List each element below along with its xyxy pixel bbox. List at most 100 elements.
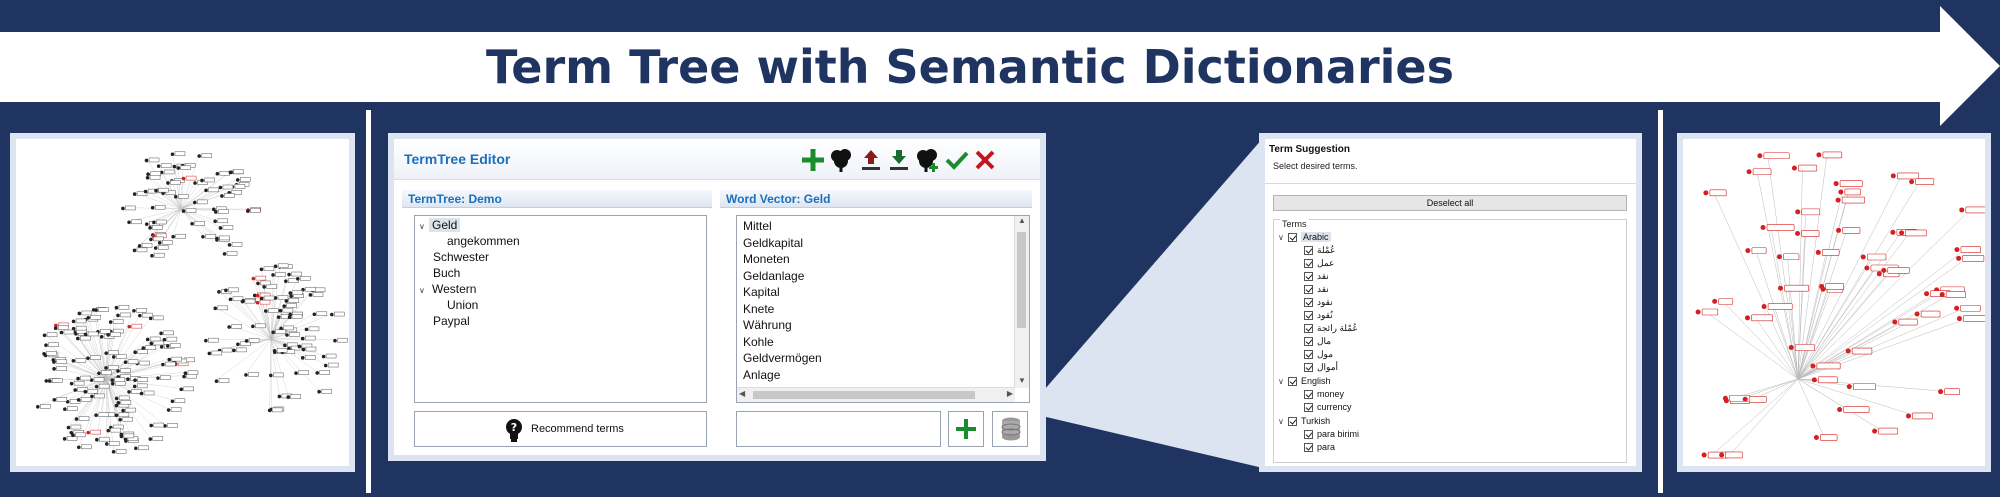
tree-item-paypal[interactable]: Paypal <box>433 314 470 329</box>
word-vector-list[interactable]: Mittel Geldkapital Moneten Geldanlage Ka… <box>736 215 1030 403</box>
graph-node <box>1810 362 1841 370</box>
new-term-input[interactable] <box>736 411 941 447</box>
recommend-terms-button[interactable]: ? Recommend terms <box>414 411 707 447</box>
checkbox[interactable] <box>1304 311 1313 321</box>
chevron-down-icon[interactable]: ∨ <box>1278 231 1288 244</box>
graph-node <box>1795 230 1820 237</box>
graph-node <box>295 276 311 281</box>
graph-node <box>1845 347 1873 355</box>
vertical-scrollbar[interactable]: ▲ ▼ <box>1014 216 1029 388</box>
list-item[interactable]: Geldanlage <box>743 268 804 284</box>
checkbox[interactable] <box>1304 246 1313 256</box>
download-icon[interactable] <box>886 147 912 173</box>
graph-edge <box>1770 227 1799 380</box>
list-item[interactable]: Moneten <box>743 251 790 267</box>
term-item[interactable]: مال <box>1304 335 1331 348</box>
chevron-down-icon[interactable]: ∨ <box>1278 375 1288 388</box>
graph-node <box>1742 395 1767 403</box>
dictionary-button[interactable] <box>992 411 1028 447</box>
graph-node <box>52 366 67 371</box>
scrollbar-thumb[interactable] <box>1017 232 1026 328</box>
list-item[interactable]: Währung <box>743 317 792 333</box>
tree-icon[interactable] <box>828 147 854 173</box>
scrollbar-thumb[interactable] <box>753 391 975 399</box>
list-item[interactable]: Kohle <box>743 334 774 350</box>
list-item[interactable]: Geldkapital <box>743 235 803 251</box>
scroll-down-icon[interactable]: ▼ <box>1015 376 1029 388</box>
group-turkish[interactable]: ∨ Turkish <box>1278 415 1330 428</box>
checkbox[interactable] <box>1304 443 1313 453</box>
tree-item-schwester[interactable]: Schwester <box>433 250 489 265</box>
term-tree[interactable]: ∨ Geld angekommen Schwester Buch ∨ Western… <box>414 215 707 403</box>
checkbox[interactable] <box>1304 390 1313 400</box>
checkbox[interactable] <box>1304 272 1313 282</box>
tree-item-buch[interactable]: Buch <box>433 266 460 281</box>
term-item[interactable]: para <box>1304 441 1335 454</box>
chevron-down-icon[interactable]: ∨ <box>1278 415 1288 428</box>
term-item[interactable]: مول <box>1304 348 1333 361</box>
term-item[interactable]: نقد <box>1304 270 1329 283</box>
horizontal-scrollbar[interactable]: ◀ ▶ <box>737 387 1015 402</box>
checkbox[interactable] <box>1288 233 1297 243</box>
tree-item-union[interactable]: Union <box>447 298 478 313</box>
add-term-button[interactable] <box>948 411 984 447</box>
tree-item-geld[interactable]: ∨ Geld <box>419 218 461 234</box>
checkbox[interactable] <box>1304 403 1313 413</box>
term-item[interactable]: عُمْلة <box>1304 244 1335 257</box>
group-english[interactable]: ∨ English <box>1278 375 1331 388</box>
list-item[interactable]: Anlage <box>743 367 780 383</box>
list-item[interactable]: Knete <box>743 301 774 317</box>
checkbox[interactable] <box>1304 259 1313 269</box>
graph-node <box>300 355 316 360</box>
scroll-right-icon[interactable]: ▶ <box>1007 389 1013 398</box>
term-item[interactable]: currency <box>1304 401 1352 414</box>
check-icon[interactable] <box>944 147 970 173</box>
tree-item-angekommen[interactable]: angekommen <box>447 234 520 249</box>
graph-edge <box>1787 256 1799 380</box>
tree-item-western[interactable]: ∨ Western <box>419 282 476 297</box>
graph-node <box>201 234 216 239</box>
checkbox[interactable] <box>1304 430 1313 440</box>
chevron-down-icon[interactable]: ∨ <box>419 219 429 234</box>
term-item[interactable]: نقد <box>1304 283 1329 296</box>
graph-node <box>1872 427 1899 435</box>
deselect-all-button[interactable]: Deselect all <box>1273 195 1627 211</box>
checkbox[interactable] <box>1304 285 1313 295</box>
tree-item-label: Geld <box>429 218 461 232</box>
term-item[interactable]: عُمْلة رائجة <box>1304 322 1358 335</box>
add-icon[interactable] <box>800 147 826 173</box>
graph-node <box>118 416 133 422</box>
tree-add-icon[interactable] <box>914 147 940 173</box>
checkbox[interactable] <box>1288 417 1297 427</box>
graph-node <box>256 280 271 286</box>
scroll-up-icon[interactable]: ▲ <box>1015 216 1029 228</box>
checkbox[interactable] <box>1304 337 1313 347</box>
checkbox[interactable] <box>1304 298 1313 308</box>
graph-node <box>207 350 223 356</box>
term-item[interactable]: نقود <box>1304 296 1333 309</box>
list-item[interactable]: Geldvermögen <box>743 350 822 366</box>
term-item[interactable]: عمل <box>1304 257 1334 270</box>
graph-node <box>66 424 82 430</box>
lightbulb-icon: ? <box>506 419 522 442</box>
close-icon[interactable] <box>972 147 998 173</box>
upload-icon[interactable] <box>858 147 884 173</box>
group-arabic[interactable]: ∨ Arabic <box>1278 231 1331 244</box>
checkbox[interactable] <box>1304 363 1313 373</box>
term-item[interactable]: para birimi <box>1304 428 1359 441</box>
checkbox[interactable] <box>1304 350 1313 360</box>
graph-node <box>273 295 289 300</box>
graph-node <box>74 416 90 421</box>
term-item[interactable]: أموال <box>1304 361 1338 374</box>
list-item[interactable]: Kapital <box>743 284 780 300</box>
chevron-down-icon[interactable]: ∨ <box>419 283 429 298</box>
terms-group: Terms ∨ Arabic عُمْلة عمل نقد نقد نقود نُ… <box>1273 219 1627 463</box>
list-item[interactable]: Mittel <box>743 218 772 234</box>
term-item[interactable]: money <box>1304 388 1344 401</box>
graph-edge <box>1797 232 1910 380</box>
checkbox[interactable] <box>1304 324 1313 334</box>
scroll-left-icon[interactable]: ◀ <box>739 389 745 398</box>
term-label: مول <box>1317 349 1334 359</box>
term-item[interactable]: نُقود <box>1304 309 1333 322</box>
checkbox[interactable] <box>1288 377 1297 387</box>
